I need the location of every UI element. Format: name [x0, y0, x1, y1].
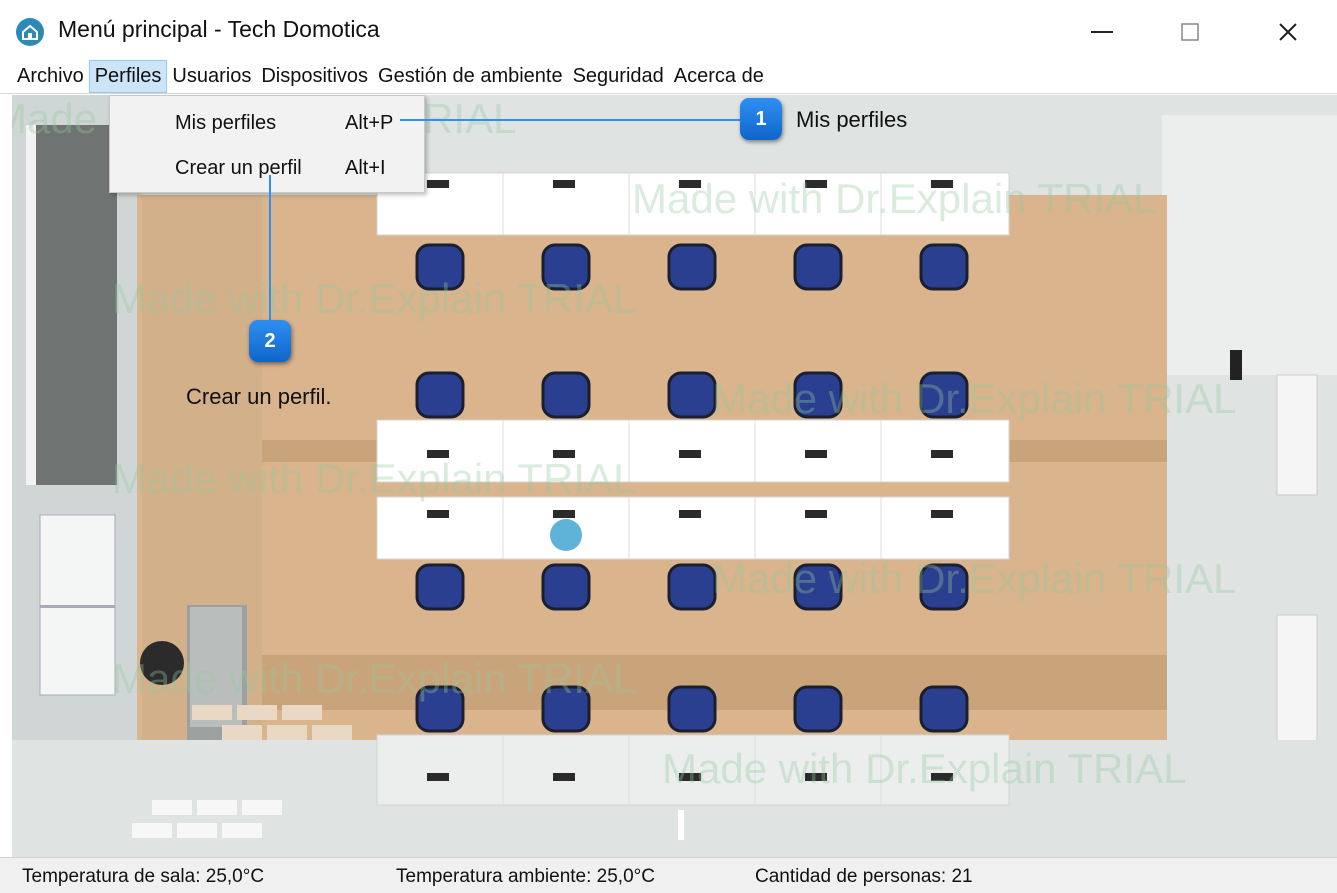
- teacher-chair: [140, 641, 184, 685]
- classroom-view[interactable]: Made with Dr.Explain TRIAL Made with Dr.…: [12, 95, 1337, 857]
- classroom-floorplan: [12, 95, 1337, 857]
- callout-2: 2: [249, 320, 291, 362]
- menu-seguridad[interactable]: Seguridad: [568, 61, 669, 92]
- wall-switch: [1230, 350, 1242, 380]
- maximize-icon: [1181, 23, 1199, 41]
- callout-1-text: Mis perfiles: [796, 107, 908, 132]
- ambient-temperature: Temperatura ambiente: 25,0°C: [396, 866, 655, 887]
- menu-acerca-de[interactable]: Acerca de: [669, 61, 769, 92]
- ac-unit-2: [1276, 614, 1318, 746]
- window-title: Menú principal - Tech Domotica: [58, 16, 380, 42]
- menu-bar: Archivo Perfiles Usuarios Dispositivos G…: [0, 60, 1337, 94]
- callout-2-text: Crear un perfil.: [186, 384, 332, 409]
- floor-marker: [678, 810, 684, 840]
- status-bar: Temperatura de sala: 25,0°C Temperatura …: [0, 857, 1337, 893]
- ac-unit-1: [1276, 374, 1318, 496]
- close-button[interactable]: [1262, 10, 1314, 54]
- desk-row-4: [376, 734, 1010, 806]
- whiteboard-frame: [26, 125, 36, 485]
- close-icon: [1279, 23, 1297, 41]
- whiteboard: [32, 125, 117, 485]
- crear-perfil-label: Crear un perfil: [175, 156, 302, 179]
- room-temperature: Temperatura de sala: 25,0°C: [22, 866, 265, 887]
- menu-item-crear-perfil[interactable]: Crear un perfil Alt+I: [110, 146, 424, 190]
- minimize-icon: [1091, 31, 1113, 33]
- right-whiteboard: [1162, 115, 1337, 375]
- crear-perfil-shortcut: Alt+I: [345, 156, 386, 179]
- menu-gestion-ambiente[interactable]: Gestión de ambiente: [373, 61, 568, 92]
- callout-1: 1: [740, 98, 782, 140]
- home-icon: [16, 18, 44, 46]
- desk-row-3: [376, 496, 1010, 560]
- maximize-button[interactable]: [1164, 10, 1216, 54]
- menu-perfiles[interactable]: Perfiles: [88, 60, 168, 93]
- menu-usuarios[interactable]: Usuarios: [167, 61, 256, 92]
- menu-dispositivos[interactable]: Dispositivos: [256, 61, 373, 92]
- menu-item-mis-perfiles[interactable]: Mis perfiles Alt+P: [110, 101, 424, 145]
- perfiles-dropdown: Mis perfiles Alt+P Crear un perfil Alt+I: [109, 95, 425, 193]
- mis-perfiles-label: Mis perfiles: [175, 111, 277, 134]
- person-marker: [550, 519, 582, 551]
- title-bar: Menú principal - Tech Domotica: [0, 0, 1337, 60]
- menu-archivo[interactable]: Archivo: [12, 61, 89, 92]
- minimize-button[interactable]: [1076, 10, 1128, 54]
- mis-perfiles-shortcut: Alt+P: [345, 111, 394, 134]
- people-count: Cantidad de personas: 21: [755, 866, 973, 887]
